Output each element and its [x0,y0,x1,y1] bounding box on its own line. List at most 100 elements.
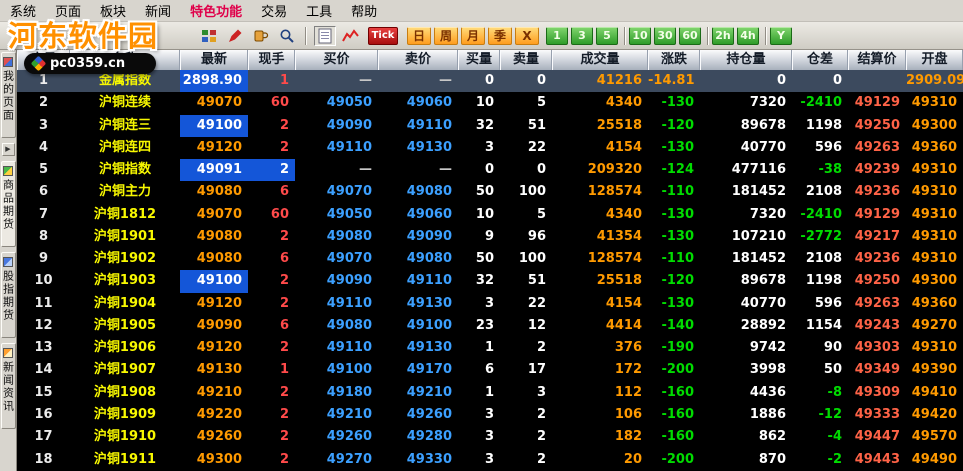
cell-last: 2898.90 [180,70,248,92]
quote-row[interactable]: 11沪铜190449120249110491303224154-13040770… [17,293,963,315]
mug-icon[interactable] [250,26,272,46]
quote-row[interactable]: 9沪铜1902490806490704908050100128574-11018… [17,248,963,270]
cell-settle: 49129 [848,92,906,114]
menu-item-1[interactable]: 系统 [10,1,36,20]
quote-row[interactable]: 14沪铜19074913014910049170617172-200399850… [17,359,963,381]
column-header-6[interactable]: 卖价 [378,50,458,70]
period-button-2h[interactable]: 2h [712,27,734,45]
quote-row[interactable]: 3沪铜连三4910024909049110325125518-120896781… [17,115,963,137]
column-header-8[interactable]: 卖量 [500,50,552,70]
quote-row[interactable]: 12沪铜1905490906490804910023124414-1402889… [17,315,963,337]
period-button-4h[interactable]: 4h [737,27,759,45]
quote-row[interactable]: 18沪铜191149300249270493303220-200870-2494… [17,449,963,471]
cell-seq: 2 [17,92,70,114]
menu-item-2[interactable]: 页面 [55,1,81,20]
menu-item-5[interactable]: 特色功能 [190,1,242,20]
quote-row[interactable]: 7沪铜1812490706049050490601054340-1307320-… [17,204,963,226]
quote-row[interactable]: 16沪铜1909492202492104926032106-1601886-12… [17,404,963,426]
column-header-12[interactable]: 仓差 [792,50,848,70]
quote-row[interactable]: 17沪铜1910492602492604928032182-160862-449… [17,426,963,448]
quote-row[interactable]: 1金属指数2898.901——0041216-14.81002909.09 [17,70,963,92]
report-view-icon[interactable] [314,26,336,46]
quote-row[interactable]: 6沪铜主力490806490704908050100128574-1101814… [17,181,963,203]
cell-vol: 172 [552,359,648,381]
cell-bidVol: 32 [458,270,500,292]
sidebar-expand-arrow[interactable]: ▶ [2,143,15,156]
layout-grid-icon[interactable] [198,26,220,46]
period-button-周[interactable]: 周 [434,27,458,45]
column-header-11[interactable]: 持仓量 [700,50,792,70]
period-button-月[interactable]: 月 [461,27,485,45]
menu-item-4[interactable]: 新闻 [145,1,171,20]
sidebar-tab-3[interactable]: 股指期货 [1,252,16,338]
cell-vol: 376 [552,337,648,359]
cell-last: 49080 [180,248,248,270]
cell-oi: 7320 [700,204,792,226]
period-button-Y[interactable]: Y [770,27,792,45]
column-header-2[interactable]: 名称 [70,50,180,70]
column-header-13[interactable]: 结算价 [848,50,906,70]
period-button-10[interactable]: 10 [629,27,651,45]
cell-oi: 181452 [700,181,792,203]
column-header-7[interactable]: 买量 [458,50,500,70]
column-header-4[interactable]: 现手 [248,50,295,70]
column-header-1[interactable]: 序号 [17,50,70,70]
quote-row[interactable]: 10沪铜19034910024909049110325125518-120896… [17,270,963,292]
cell-name: 沪铜1901 [70,226,180,248]
cell-ask: 49130 [378,293,458,315]
menu-item-7[interactable]: 工具 [306,1,332,20]
cell-name: 金属指数 [70,70,180,92]
sidebar-tab-2[interactable]: 商品期货 [1,161,16,247]
cell-seq: 11 [17,293,70,315]
pencil-icon[interactable] [224,26,246,46]
cell-hand: 1 [248,70,295,92]
column-header-3[interactable]: 最新 [180,50,248,70]
quote-row[interactable]: 13沪铜1906491202491104913012376-1909742904… [17,337,963,359]
cell-settle: 49236 [848,181,906,203]
menu-item-3[interactable]: 板块 [100,1,126,20]
cell-oi: 0 [700,70,792,92]
column-header-5[interactable]: 买价 [295,50,378,70]
cell-settle: 49129 [848,204,906,226]
menu-item-8[interactable]: 帮助 [351,1,377,20]
quote-row[interactable]: 4沪铜连四49120249110491303224154-13040770596… [17,137,963,159]
menu-item-6[interactable]: 交易 [261,1,287,20]
quote-row[interactable]: 2沪铜连续490706049050490601054340-1307320-24… [17,92,963,114]
cell-oiChg: -2772 [792,226,848,248]
column-header-9[interactable]: 成交量 [552,50,648,70]
cell-chg: -200 [648,359,700,381]
cell-settle: 49263 [848,137,906,159]
sidebar-tab-1[interactable]: 我的页面 [1,52,16,138]
cell-ask: — [378,159,458,181]
cell-hand: 2 [248,226,295,248]
cell-name: 沪铜1812 [70,204,180,226]
period-button-60[interactable]: 60 [679,27,701,45]
cell-hand: 2 [248,449,295,471]
period-button-5[interactable]: 5 [596,27,618,45]
tick-period-button[interactable]: Tick [368,27,398,45]
quote-row[interactable]: 5沪铜指数490912——00209320-124477116-38492394… [17,159,963,181]
quote-row[interactable]: 15沪铜1908492102491804921013112-1604436-84… [17,382,963,404]
cell-oi: 477116 [700,159,792,181]
kline-chart-icon[interactable] [340,26,362,46]
period-button-日[interactable]: 日 [407,27,431,45]
cell-bid: 49080 [295,226,378,248]
sidebar-tab-4[interactable]: 新闻资讯 [1,343,16,429]
cell-last: 49100 [180,270,248,292]
period-button-30[interactable]: 30 [654,27,676,45]
cell-bid: 49100 [295,359,378,381]
cell-settle: 49309 [848,382,906,404]
table-header: 序号名称最新现手买价卖价买量卖量成交量涨跌持仓量仓差结算价开盘 [17,50,963,70]
magnifier-icon[interactable] [276,26,298,46]
cell-askVol: 3 [500,382,552,404]
cell-settle: 49303 [848,337,906,359]
period-button-3[interactable]: 3 [571,27,593,45]
period-button-1[interactable]: 1 [546,27,568,45]
period-button-X[interactable]: X [515,27,539,45]
period-button-季[interactable]: 季 [488,27,512,45]
sidebar-tab-label: 我的页面 [2,70,15,122]
column-header-14[interactable]: 开盘 [906,50,963,70]
column-header-10[interactable]: 涨跌 [648,50,700,70]
quote-row[interactable]: 8沪铜1901490802490804909099641354-13010721… [17,226,963,248]
cell-askVol: 2 [500,426,552,448]
